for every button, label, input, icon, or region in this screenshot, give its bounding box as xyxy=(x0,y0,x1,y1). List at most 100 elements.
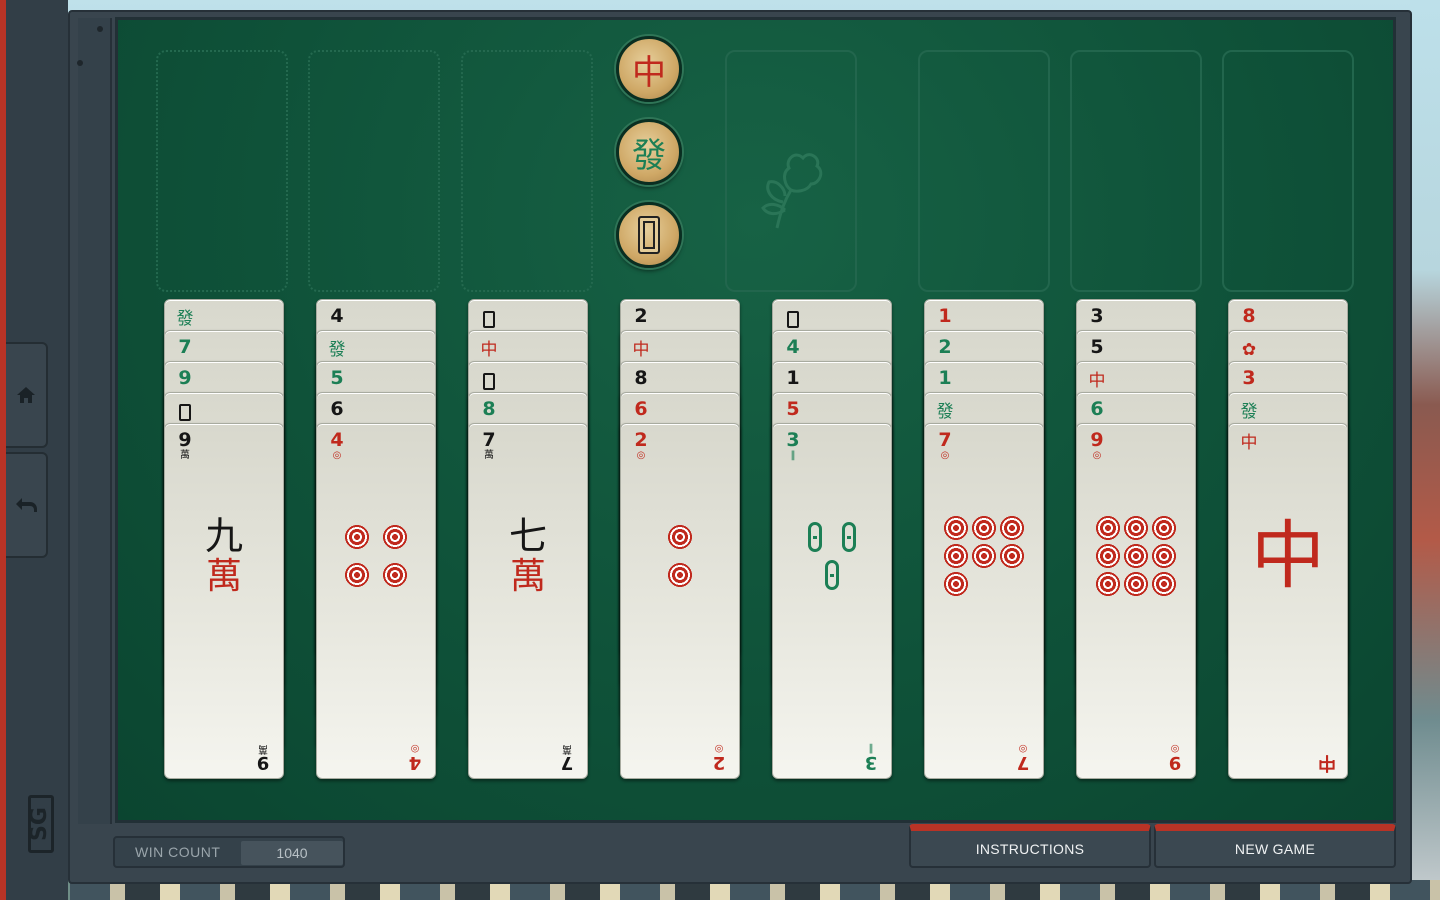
tile-corner-suit: ◎ xyxy=(714,743,724,754)
tile-face: 九萬 xyxy=(165,496,283,616)
red-dragon-glyph: 中 xyxy=(632,52,666,93)
tile-corner-index: 9萬 xyxy=(251,743,275,773)
tile-index: 發 xyxy=(325,340,349,361)
tile-index: 6 xyxy=(629,399,653,420)
undo-icon xyxy=(16,498,37,512)
tableau-column-1[interactable]: 發799萬九萬9萬 xyxy=(164,299,284,779)
tableau-column-4[interactable]: 2 中 8 6 2 ◎ 2 ◎ xyxy=(620,299,740,779)
instructions-button[interactable]: INSTRUCTIONS xyxy=(909,824,1151,868)
red-dragon-button[interactable]: 中 xyxy=(616,36,682,102)
white-dragon-button[interactable] xyxy=(616,202,682,268)
tile-card[interactable]: 2 ◎ 2 ◎ xyxy=(620,423,740,779)
tile-value: 發 xyxy=(176,309,194,329)
tile-value: 2 xyxy=(938,336,952,358)
tile-card[interactable]: 中中中 xyxy=(1228,423,1348,779)
flower-slot[interactable] xyxy=(725,50,857,292)
tile-value: ✿ xyxy=(1241,340,1257,360)
circle-pip xyxy=(943,515,969,541)
foundation-3[interactable] xyxy=(1222,50,1354,292)
tile-suit: ◎ xyxy=(940,450,950,461)
tile-index: 4 xyxy=(325,306,349,327)
home-button[interactable] xyxy=(6,342,48,448)
tile-index: 2 ◎ xyxy=(629,430,653,461)
tile-value: 9 xyxy=(1090,429,1104,451)
circle-pips xyxy=(667,524,693,588)
tile-index: 9 xyxy=(173,368,197,389)
new-game-button[interactable]: NEW GAME xyxy=(1154,824,1396,868)
tile-index: 1 xyxy=(781,368,805,389)
flower-icon xyxy=(761,153,823,229)
tile-face xyxy=(621,496,739,616)
tile-value: 6 xyxy=(1090,398,1104,420)
tile-corner-value: 3 xyxy=(864,752,878,773)
green-dragon-button[interactable]: 發 xyxy=(616,119,682,185)
tile-corner-index: 4 ◎ xyxy=(403,743,427,773)
white-dragon-icon xyxy=(638,216,660,254)
tile-card[interactable]: 9萬九萬9萬 xyxy=(164,423,284,779)
tile-card[interactable]: 7萬七萬7萬 xyxy=(468,423,588,779)
tile-index: 8 xyxy=(629,368,653,389)
tableau-column-7[interactable]: 3 5 中 6 9 ◎ 9 ◎ xyxy=(1076,299,1196,779)
tile-value: 4 xyxy=(330,429,344,451)
tableau-column-8[interactable]: 8 ✿ 3 發中中中 xyxy=(1228,299,1348,779)
bamboo-pip xyxy=(808,522,822,552)
tile-card[interactable]: 4 ◎ 4 ◎ xyxy=(316,423,436,779)
tile-index xyxy=(781,309,805,328)
tile-value: 7 xyxy=(938,429,952,451)
tableau-column-2[interactable]: 4 發 5 6 4 ◎ 4 ◎ xyxy=(316,299,436,779)
tile-index: 6 xyxy=(325,399,349,420)
tile-value: 1 xyxy=(786,367,800,389)
foundation-1[interactable] xyxy=(918,50,1050,292)
tile-corner-index: 7萬 xyxy=(555,743,579,773)
tile-value: 5 xyxy=(1090,336,1104,358)
foundation-2[interactable] xyxy=(1070,50,1202,292)
tile-index: 7 ◎ xyxy=(933,430,957,461)
tile-index: 9萬 xyxy=(173,430,197,461)
tableau-column-6[interactable]: 1 2 1 發 7 ◎ 7 ◎ xyxy=(924,299,1044,779)
tile-value: 5 xyxy=(786,398,800,420)
tile-face: 七萬 xyxy=(469,496,587,616)
tile-face xyxy=(1077,496,1195,616)
tableau-column-3[interactable]: 中87萬七萬7萬 xyxy=(468,299,588,779)
tile-face xyxy=(317,496,435,616)
tile-index: 8 xyxy=(477,399,501,420)
tableau-column-5[interactable]: 4 1 5 3 ‖ 3 ‖ xyxy=(772,299,892,779)
win-count-value: 1040 xyxy=(241,841,343,865)
home-icon xyxy=(17,387,35,403)
tile-card[interactable]: 3 ‖ 3 ‖ xyxy=(772,423,892,779)
tile-value: 9 xyxy=(178,367,192,389)
tile-value: 發 xyxy=(936,402,954,422)
undo-button[interactable] xyxy=(6,452,48,558)
tile-numeral: 九 xyxy=(204,514,243,558)
tile-suit: ‖ xyxy=(790,450,796,461)
tile-corner-index: 3 ‖ xyxy=(859,743,883,773)
circle-pip xyxy=(1095,515,1121,541)
tile-index xyxy=(173,402,197,421)
tile-corner-value: 9 xyxy=(1168,752,1182,773)
circle-pip xyxy=(1095,571,1121,597)
free-cell-1[interactable] xyxy=(156,50,288,292)
bamboo-pip xyxy=(842,522,856,552)
tile-index: 5 xyxy=(781,399,805,420)
tile-value: 9 xyxy=(178,429,192,451)
tile-card[interactable]: 9 ◎ 9 ◎ xyxy=(1076,423,1196,779)
tile-face xyxy=(925,496,1043,616)
tile-corner-value: 中 xyxy=(1318,752,1336,773)
tile-value: 發 xyxy=(1240,402,1258,422)
frame-side-panel xyxy=(78,18,112,824)
tile-value: 8 xyxy=(634,367,648,389)
tile-corner-value: 7 xyxy=(560,752,574,773)
circle-pip xyxy=(999,543,1025,569)
tile-face: 中 xyxy=(1229,496,1347,616)
tile-corner-value: 9 xyxy=(256,752,270,773)
circle-pip xyxy=(667,562,693,588)
tile-card[interactable]: 7 ◎ 7 ◎ xyxy=(924,423,1044,779)
tile-corner-suit: ‖ xyxy=(868,743,874,754)
free-cell-2[interactable] xyxy=(308,50,440,292)
game-table xyxy=(115,17,1396,823)
free-cell-3[interactable] xyxy=(461,50,593,292)
tile-wan: 萬 xyxy=(509,556,546,597)
tile-value: 3 xyxy=(1090,305,1104,327)
green-dragon-glyph: 發 xyxy=(632,135,666,176)
tile-corner-index: 9 ◎ xyxy=(1163,743,1187,773)
